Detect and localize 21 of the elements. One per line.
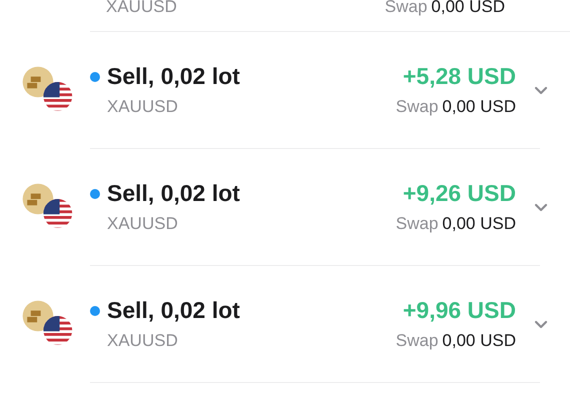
- position-title: Sell, 0,02 lot: [107, 299, 240, 322]
- swap-label: Swap: [384, 0, 428, 14]
- symbol-text: XAUUSD: [106, 332, 179, 349]
- swap-label: Swap: [396, 98, 438, 115]
- chevron-icon[interactable]: [534, 86, 548, 94]
- profit-amount: +5,28 USD: [402, 65, 516, 88]
- symbol-text: XAUUSD: [106, 98, 179, 115]
- position-title: Sell, 0,02 lot: [107, 65, 240, 88]
- swap-value: 0,00 USD: [442, 332, 516, 349]
- position-title: Sell, 0,02 lot: [107, 182, 240, 205]
- swap-label: Swap: [396, 332, 438, 349]
- profit-amount: +9,26 USD: [402, 182, 516, 205]
- swap-value: 0,00 USD: [442, 215, 516, 232]
- swap-value: 0,00 USD: [431, 0, 505, 14]
- chevron-icon[interactable]: [534, 202, 548, 212]
- symbol-text: XAUUSD: [106, 215, 179, 232]
- swap-value: 0,00 USD: [442, 98, 516, 115]
- profit-amount: +9,96 USD: [402, 299, 516, 322]
- symbol-text: XAUUSD: [106, 0, 177, 14]
- swap-label: Swap: [396, 215, 438, 232]
- chevron-icon[interactable]: [534, 320, 548, 328]
